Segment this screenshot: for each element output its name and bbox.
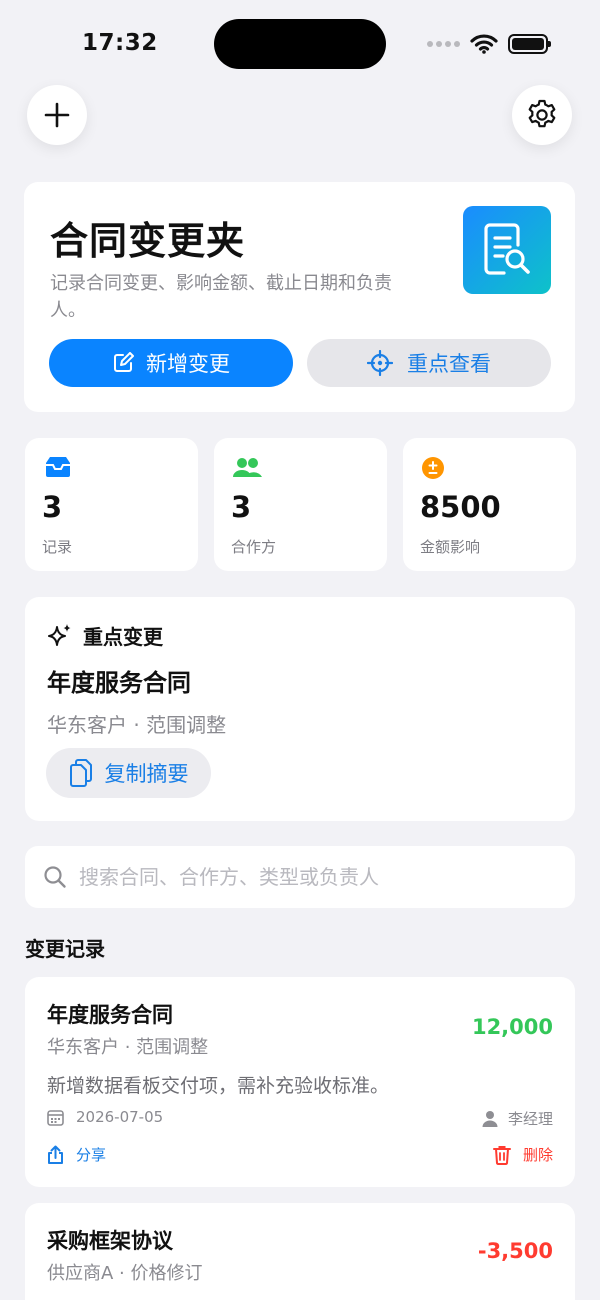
record-title: 采购框架协议 bbox=[47, 1229, 173, 1253]
page-title: 合同变更夹 bbox=[50, 219, 246, 263]
stat-label: 记录 bbox=[42, 538, 73, 556]
stat-value: 3 bbox=[42, 490, 63, 524]
record-owner: 李经理 bbox=[482, 1108, 553, 1129]
record-title: 年度服务合同 bbox=[47, 1003, 173, 1027]
copy-summary-label: 复制摘要 bbox=[104, 762, 189, 786]
battery-icon bbox=[508, 34, 551, 54]
record-amount: -3,500 bbox=[477, 1239, 553, 1263]
sparkles-icon bbox=[48, 623, 71, 646]
status-time: 17:32 bbox=[82, 30, 158, 56]
page-description: 记录合同变更、影响金额、截止日期和负责人。 bbox=[50, 273, 392, 321]
tray-icon bbox=[46, 457, 70, 477]
record-date-label: 2026-07-05 bbox=[76, 1108, 164, 1126]
focus-heading: 重点变更 bbox=[47, 621, 163, 650]
stat-label: 合作方 bbox=[231, 538, 277, 556]
share-label: 分享 bbox=[76, 1146, 107, 1164]
plus-minus-icon bbox=[422, 457, 444, 479]
edit-icon bbox=[114, 352, 134, 372]
document-search-icon bbox=[484, 223, 530, 275]
wifi-icon bbox=[470, 34, 498, 54]
focus-contract-title: 年度服务合同 bbox=[47, 669, 191, 697]
hero-badge bbox=[463, 206, 551, 294]
copy-summary-button[interactable]: 复制摘要 bbox=[46, 748, 211, 798]
share-icon bbox=[48, 1145, 63, 1164]
trash-icon bbox=[492, 1145, 511, 1165]
status-icons bbox=[427, 34, 551, 54]
focus-contract-subtitle: 华东客户 · 范围调整 bbox=[47, 713, 227, 737]
focus-change-card[interactable]: 重点变更 年度服务合同 华东客户 · 范围调整 复制摘要 bbox=[25, 597, 575, 821]
record-amount: 12,000 bbox=[471, 1015, 553, 1039]
settings-button[interactable] bbox=[512, 85, 572, 145]
list-item[interactable]: 年度服务合同 华东客户 · 范围调整 12,000 新增数据看板交付项，需补充验… bbox=[25, 977, 575, 1187]
add-button[interactable] bbox=[27, 85, 87, 145]
status-bar: 17:32 bbox=[0, 0, 600, 80]
people-icon bbox=[233, 458, 262, 477]
gear-icon bbox=[528, 99, 556, 128]
record-note: 新增数据看板交付项，需补充验收标准。 bbox=[47, 1075, 390, 1097]
stat-amount: 8500 金额影响 bbox=[403, 438, 576, 571]
focus-view-button[interactable]: 重点查看 bbox=[307, 339, 551, 387]
focus-heading-label: 重点变更 bbox=[83, 625, 163, 649]
copy-icon bbox=[69, 759, 92, 787]
delete-button[interactable]: 删除 bbox=[492, 1144, 553, 1165]
signal-icon bbox=[427, 41, 460, 47]
search-bar[interactable] bbox=[25, 846, 575, 908]
stat-value: 8500 bbox=[420, 490, 501, 524]
focus-view-label: 重点查看 bbox=[407, 352, 491, 376]
add-change-button[interactable]: 新增变更 bbox=[49, 339, 293, 387]
target-icon bbox=[367, 350, 393, 376]
search-input[interactable] bbox=[79, 865, 539, 889]
calendar-icon bbox=[47, 1109, 64, 1126]
hero-card: 合同变更夹 记录合同变更、影响金额、截止日期和负责人。 新增变更 重点查看 bbox=[24, 182, 575, 412]
record-owner-label: 李经理 bbox=[507, 1110, 553, 1128]
stat-value: 3 bbox=[231, 490, 252, 524]
stat-records: 3 记录 bbox=[25, 438, 198, 571]
add-change-label: 新增变更 bbox=[146, 352, 230, 376]
delete-label: 删除 bbox=[522, 1146, 553, 1164]
stat-partners: 3 合作方 bbox=[214, 438, 387, 571]
record-date: 2026-07-05 bbox=[47, 1108, 163, 1126]
record-subtitle: 华东客户 · 范围调整 bbox=[47, 1037, 209, 1058]
share-button[interactable]: 分享 bbox=[47, 1144, 106, 1165]
person-icon bbox=[482, 1111, 498, 1127]
list-item[interactable]: 采购框架协议 供应商A · 价格修订 -3,500 bbox=[25, 1203, 575, 1300]
search-icon bbox=[44, 866, 66, 888]
records-section-title: 变更记录 bbox=[25, 937, 105, 961]
dynamic-island bbox=[214, 19, 386, 69]
record-subtitle: 供应商A · 价格修订 bbox=[47, 1263, 203, 1284]
plus-icon bbox=[44, 102, 70, 128]
stat-label: 金额影响 bbox=[420, 538, 481, 556]
